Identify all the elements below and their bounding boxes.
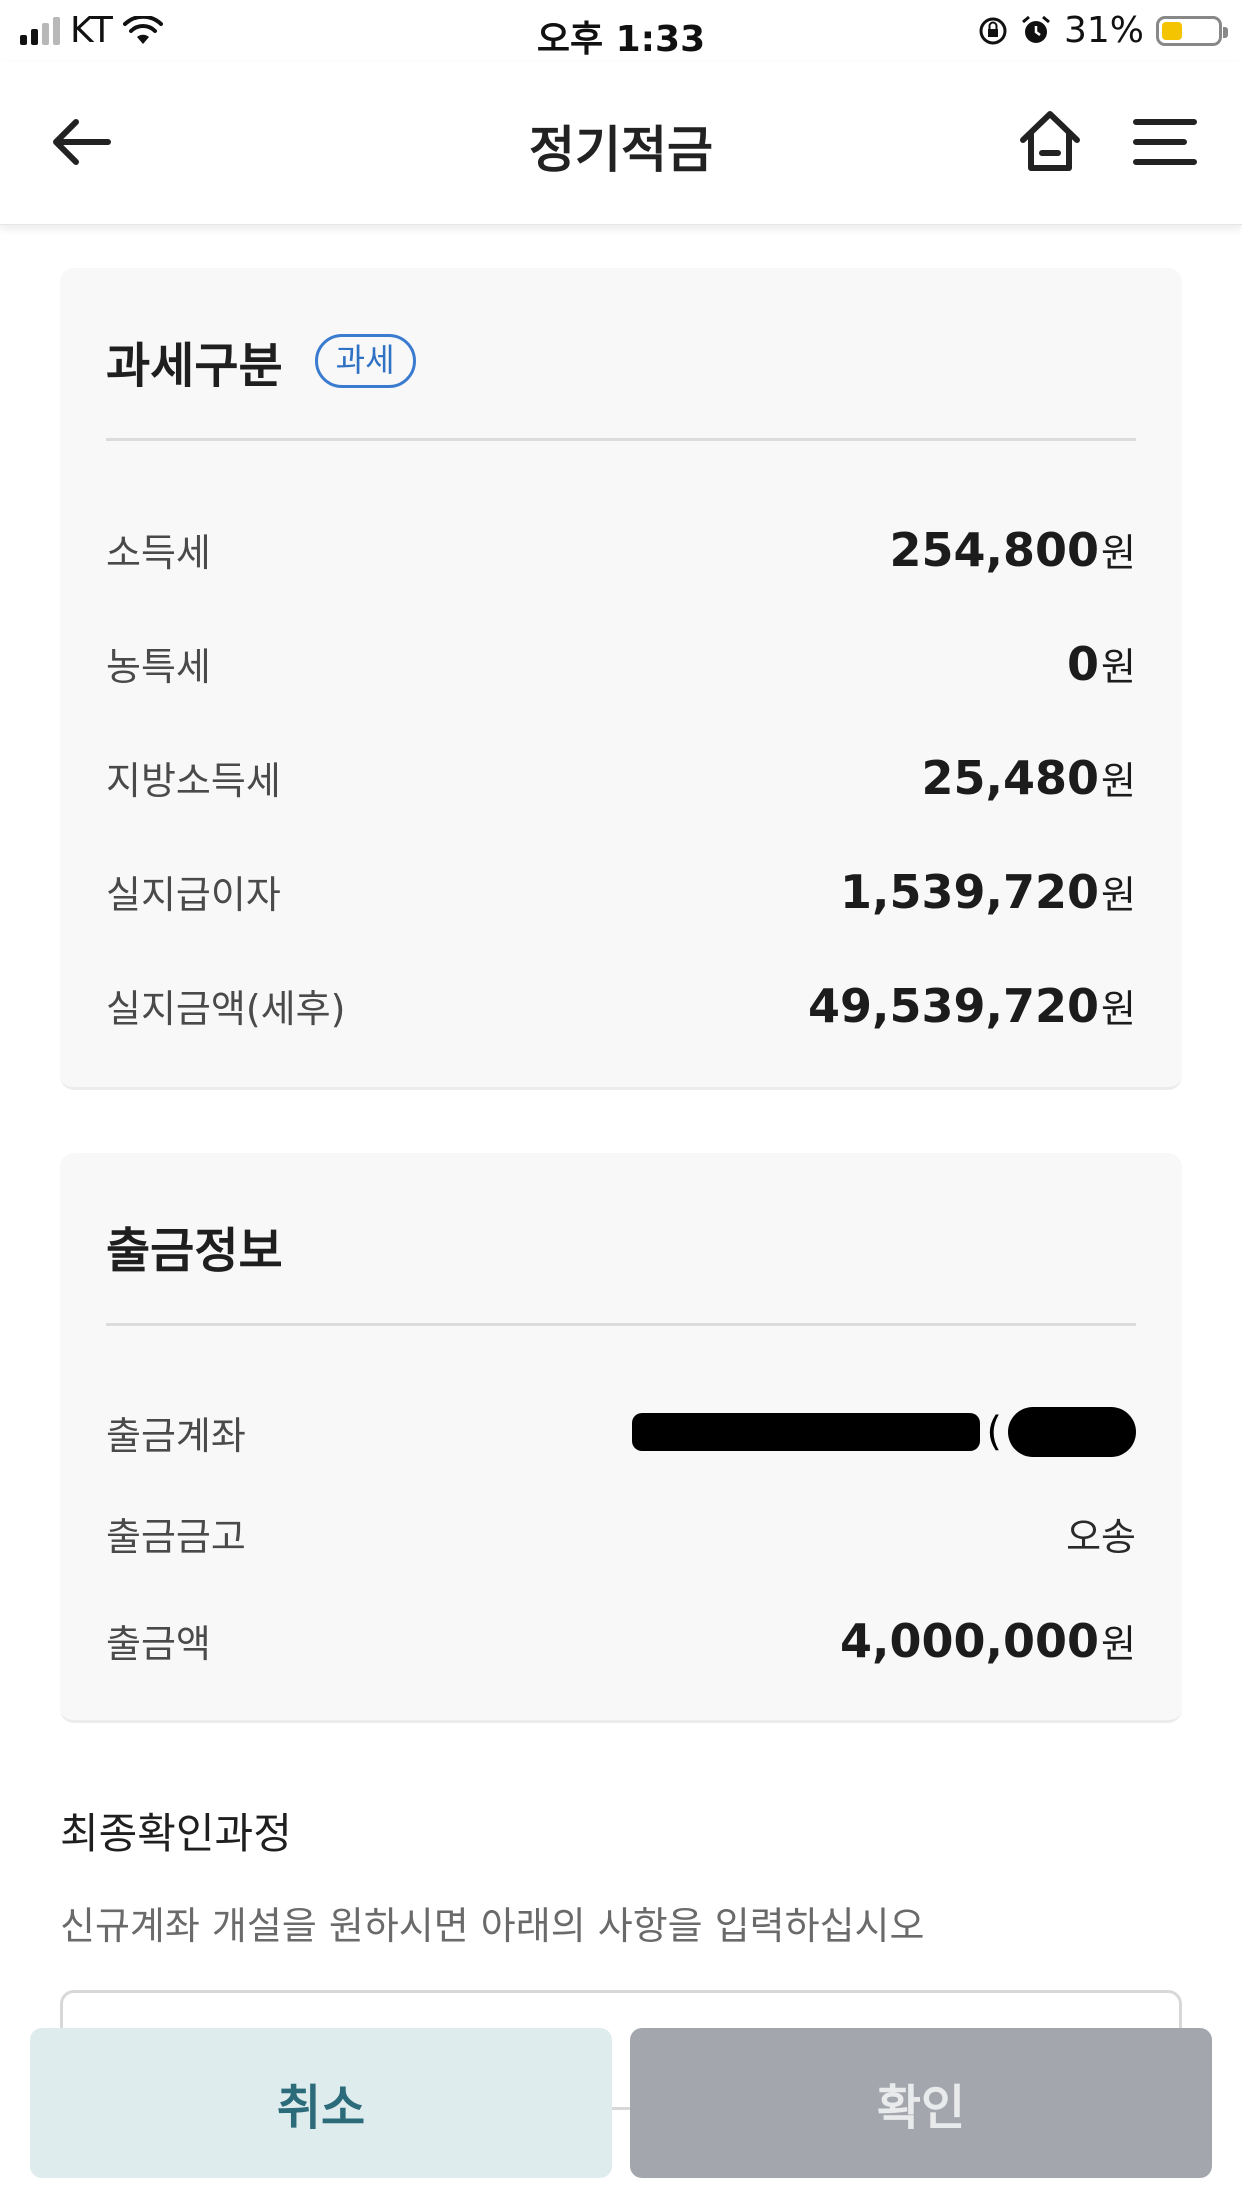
value-unit: 원 (1101, 530, 1136, 575)
tax-card-title-text: 과세구분 (106, 338, 283, 394)
row-value: 오송 (1066, 1514, 1136, 1559)
status-right: 31% (978, 10, 1228, 51)
value-number: 4,000,000 (840, 1613, 1100, 1668)
value-unit: 원 (1101, 872, 1136, 917)
value-number: 25,480 (921, 750, 1100, 805)
value-unit: 원 (1101, 644, 1136, 689)
row-value: 49,539,720 원 (808, 978, 1136, 1033)
row-net-amount: 실지금액(세후) 49,539,720 원 (106, 970, 1136, 1040)
orientation-lock-icon (979, 17, 1007, 44)
row-label: 출금계좌 (106, 1413, 246, 1458)
row-label: 출금액 (106, 1621, 211, 1666)
row-withdraw-bank: 출금금고 오송 (106, 1498, 1136, 1568)
tax-card-title: 과세구분 과세 (106, 326, 416, 396)
row-income-tax: 소득세 254,800 원 (106, 514, 1136, 584)
confirm-button[interactable]: 확인 (630, 2028, 1212, 2178)
tax-type-badge: 과세 (314, 334, 416, 388)
row-value: 254,800 원 (890, 522, 1136, 577)
row-label: 출금금고 (106, 1514, 246, 1559)
value-unit: 원 (1101, 1621, 1136, 1666)
value-number: 254,800 (889, 522, 1100, 577)
row-local-income-tax: 지방소득세 25,480 원 (106, 742, 1136, 812)
final-check-description: 신규계좌 개설을 원하시면 아래의 사항을 입력하십시오 (60, 1904, 925, 1948)
row-label: 실지급이자 (106, 872, 281, 917)
alarm-icon (1022, 15, 1050, 43)
value-number: 0 (1067, 636, 1100, 691)
withdrawal-info-card: 출금정보 출금계좌 ( 출금금고 오송 출금액 4,000,000 원 (60, 1153, 1182, 1723)
row-label: 농특세 (106, 644, 211, 689)
row-label: 소득세 (106, 530, 211, 575)
cancel-button[interactable]: 취소 (30, 2028, 612, 2178)
row-value: 4,000,000 원 (840, 1613, 1136, 1668)
home-icon[interactable] (1015, 106, 1085, 176)
row-net-interest: 실지급이자 1,539,720 원 (106, 856, 1136, 926)
battery-percent: 31% (1063, 10, 1144, 51)
divider (106, 438, 1136, 441)
row-label: 실지금액(세후) (106, 986, 346, 1031)
redacted-account-number: ( (632, 1407, 1136, 1457)
withdrawal-card-title: 출금정보 (106, 1223, 283, 1279)
app-header: 정기적금 (0, 62, 1242, 225)
row-value: 25,480 원 (922, 750, 1136, 805)
row-rural-tax: 농특세 0원 (106, 628, 1136, 698)
row-label: 지방소득세 (106, 758, 281, 803)
value-number: 49,539,720 (808, 978, 1100, 1033)
row-value: 0원 (1067, 636, 1136, 691)
battery-icon (1156, 15, 1228, 46)
divider (106, 1323, 1136, 1326)
hamburger-menu-icon[interactable] (1132, 114, 1198, 170)
value-unit: 원 (1101, 758, 1136, 803)
row-withdraw-amount: 출금액 4,000,000 원 (106, 1605, 1136, 1675)
row-withdraw-account: 출금계좌 ( (106, 1397, 1136, 1467)
status-bar: KT 오후 1:33 31% (0, 0, 1242, 62)
row-value: 1,539,720 원 (840, 864, 1136, 919)
value-unit: 원 (1101, 986, 1136, 1031)
tax-info-card: 과세구분 과세 소득세 254,800 원 농특세 0원 지방소득세 25,480… (60, 268, 1182, 1090)
value-number: 1,539,720 (840, 864, 1100, 919)
final-check-title: 최종확인과정 (60, 1809, 292, 1858)
